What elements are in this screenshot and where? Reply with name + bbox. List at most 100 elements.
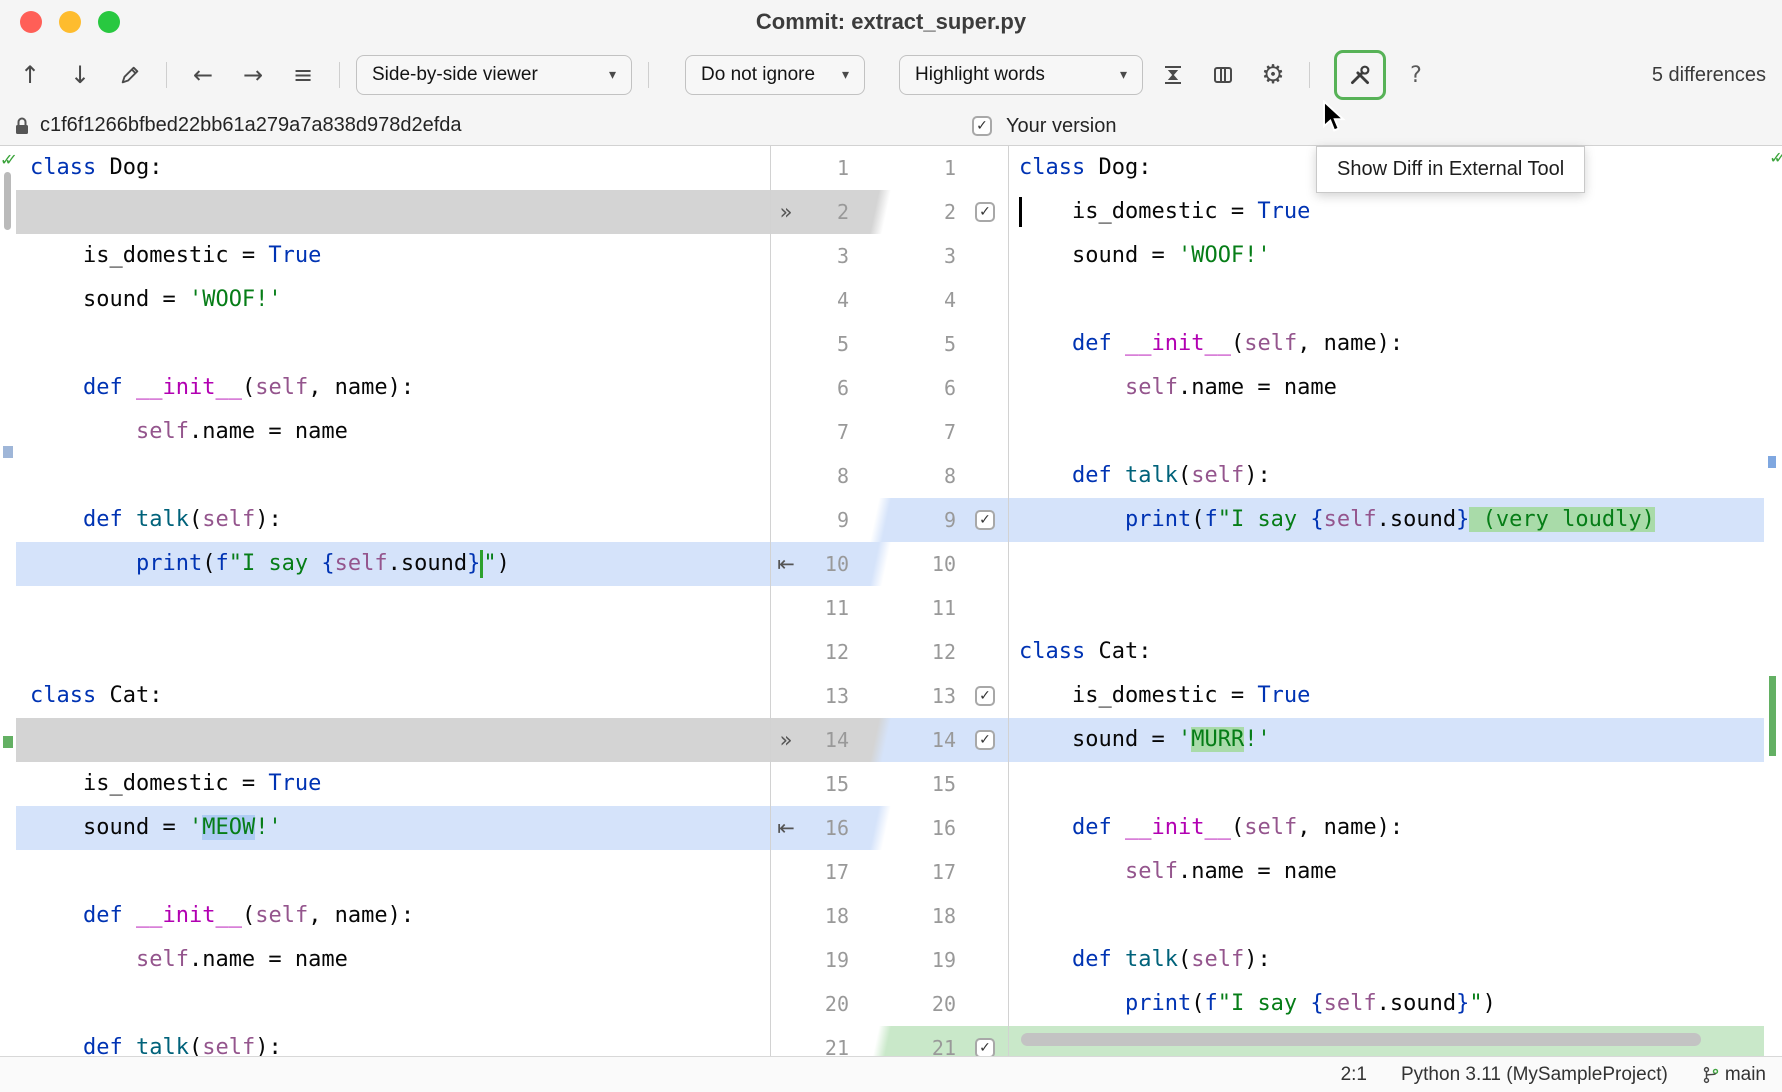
- chunk-include-checkbox[interactable]: ✓: [975, 730, 995, 750]
- expand-collapsed-chunk-icon[interactable]: »: [771, 718, 801, 762]
- code-line[interactable]: [1009, 278, 1764, 322]
- line-number-left: 5: [801, 322, 855, 366]
- revert-chunk-icon[interactable]: ⇤: [771, 542, 801, 586]
- toolbar-separator: [166, 62, 167, 88]
- edit-source-button[interactable]: [110, 55, 150, 95]
- tooltip-text: Show Diff in External Tool: [1337, 158, 1564, 180]
- code-line[interactable]: self.name = name: [1009, 850, 1764, 894]
- gutter-connector: [855, 278, 906, 322]
- code-line[interactable]: [1009, 410, 1764, 454]
- code-line[interactable]: self.name = name: [1009, 366, 1764, 410]
- highlight-mode-dropdown[interactable]: Highlight words ▾: [899, 55, 1143, 95]
- code-line[interactable]: def talk(self):: [1009, 938, 1764, 982]
- viewer-mode-dropdown[interactable]: Side-by-side viewer ▾: [356, 55, 632, 95]
- chunk-include-checkbox[interactable]: ✓: [975, 686, 995, 706]
- code-line[interactable]: def talk(self):: [1009, 454, 1764, 498]
- changes-list-button[interactable]: ≡: [283, 55, 323, 95]
- gutter-row: 1818: [771, 894, 1008, 938]
- code-line[interactable]: def talk(self):: [16, 498, 770, 542]
- gutter-row: 1111: [771, 586, 1008, 630]
- pencil-icon: [119, 64, 141, 86]
- gutter-icon-slot: [771, 630, 801, 674]
- code-line[interactable]: [16, 586, 770, 630]
- code-line[interactable]: print(f"I say {self.sound} (very loudly): [1009, 498, 1764, 542]
- code-line[interactable]: def talk(self):: [16, 1026, 770, 1056]
- code-line[interactable]: [16, 630, 770, 674]
- line-number-right: 13: [906, 674, 962, 718]
- code-line[interactable]: is_domestic = True: [1009, 674, 1764, 718]
- code-line[interactable]: class Dog:: [16, 146, 770, 190]
- expand-collapsed-chunk-icon[interactable]: »: [771, 190, 801, 234]
- code-line[interactable]: [1009, 762, 1764, 806]
- code-line[interactable]: class Cat:: [16, 674, 770, 718]
- chunk-include-checkbox[interactable]: ✓: [975, 510, 995, 530]
- code-line[interactable]: def __init__(self, name):: [1009, 806, 1764, 850]
- code-line[interactable]: sound = 'MURR!': [1009, 718, 1764, 762]
- previous-difference-button[interactable]: ↑: [10, 55, 50, 95]
- right-pane: class Dog: is_domestic = True sound = 'W…: [1009, 146, 1764, 1056]
- horizontal-scrollbar-thumb[interactable]: [1021, 1033, 1701, 1046]
- line-number-left: 7: [801, 410, 855, 454]
- change-marker[interactable]: [1769, 676, 1776, 756]
- line-number-left: 14: [801, 718, 855, 762]
- code-line[interactable]: def __init__(self, name):: [16, 366, 770, 410]
- forward-button[interactable]: →: [233, 55, 273, 95]
- code-line[interactable]: print(f"I say {self.sound}"): [16, 542, 770, 586]
- chunk-checkbox-cell: ✓: [962, 1026, 1008, 1056]
- change-marker[interactable]: [1768, 456, 1776, 468]
- back-button[interactable]: ←: [183, 55, 223, 95]
- split-columns-icon: [1211, 63, 1235, 87]
- gutter-row: 1515: [771, 762, 1008, 806]
- code-line[interactable]: [1009, 586, 1764, 630]
- code-line[interactable]: print(f"I say {self.sound}"): [1009, 982, 1764, 1026]
- change-marker[interactable]: [3, 446, 13, 458]
- code-line[interactable]: sound = 'WOOF!': [16, 278, 770, 322]
- code-line[interactable]: sound = 'MEOW!': [16, 806, 770, 850]
- code-line[interactable]: is_domestic = True: [1009, 190, 1764, 234]
- whitespace-policy-dropdown[interactable]: Do not ignore ▾: [685, 55, 865, 95]
- chunk-include-checkbox[interactable]: ✓: [975, 202, 995, 222]
- change-marker[interactable]: [3, 736, 13, 748]
- gutter-row: 44: [771, 278, 1008, 322]
- code-line[interactable]: [16, 850, 770, 894]
- code-line[interactable]: [16, 190, 770, 234]
- code-line[interactable]: is_domestic = True: [16, 234, 770, 278]
- sync-scrolling-button[interactable]: [1203, 55, 1243, 95]
- code-line[interactable]: [16, 322, 770, 366]
- collapse-unchanged-button[interactable]: [1153, 55, 1193, 95]
- code-line[interactable]: is_domestic = True: [16, 762, 770, 806]
- code-line[interactable]: [16, 718, 770, 762]
- line-number-left: 3: [801, 234, 855, 278]
- forward-arrow-icon: →: [243, 61, 263, 89]
- left-pane-code: class Dog: is_domestic = True sound = 'W…: [16, 146, 770, 1056]
- code-line[interactable]: self.name = name: [16, 938, 770, 982]
- diff-settings-button[interactable]: ⚙: [1253, 55, 1293, 95]
- left-vertical-scrollbar-thumb[interactable]: [4, 172, 11, 230]
- git-branch-icon: [1702, 1066, 1720, 1084]
- caret-position-widget[interactable]: 2:1: [1341, 1064, 1367, 1086]
- interpreter-widget[interactable]: Python 3.11 (MySampleProject): [1401, 1064, 1668, 1086]
- your-version-checkbox[interactable]: ✓: [972, 116, 992, 136]
- chunk-checkbox-cell: [962, 234, 1008, 278]
- viewer-mode-value: Side-by-side viewer: [372, 64, 538, 86]
- code-line[interactable]: [1009, 542, 1764, 586]
- line-number-left: 1: [801, 146, 855, 190]
- chunk-checkbox-cell: [962, 454, 1008, 498]
- code-line[interactable]: sound = 'WOOF!': [1009, 234, 1764, 278]
- code-line[interactable]: def __init__(self, name):: [1009, 322, 1764, 366]
- help-button[interactable]: ?: [1396, 55, 1436, 95]
- show-diff-in-external-tool-button[interactable]: [1334, 50, 1386, 100]
- code-line[interactable]: [16, 454, 770, 498]
- code-line[interactable]: [16, 982, 770, 1026]
- code-line[interactable]: [1009, 894, 1764, 938]
- next-difference-button[interactable]: ↓: [60, 55, 100, 95]
- gutter-icon-slot: [771, 410, 801, 454]
- git-branch-widget[interactable]: main: [1702, 1064, 1766, 1086]
- code-line[interactable]: def __init__(self, name):: [16, 894, 770, 938]
- chunk-include-checkbox[interactable]: ✓: [975, 1038, 995, 1056]
- your-version-label: Your version: [1006, 115, 1116, 138]
- revert-chunk-icon[interactable]: ⇤: [771, 806, 801, 850]
- code-line[interactable]: self.name = name: [16, 410, 770, 454]
- line-number-right: 17: [906, 850, 962, 894]
- code-line[interactable]: class Cat:: [1009, 630, 1764, 674]
